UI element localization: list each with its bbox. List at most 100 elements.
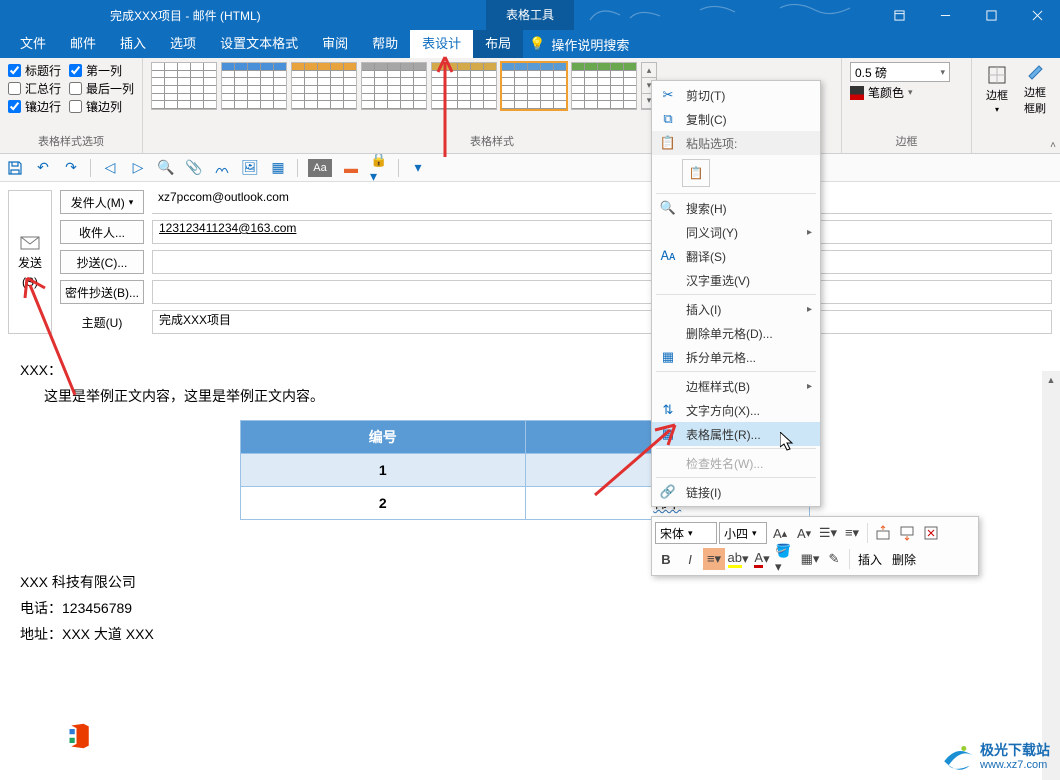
zoom-icon[interactable]: 🔍: [157, 159, 175, 177]
style-thumb-gold[interactable]: [431, 62, 497, 110]
signature-icon[interactable]: [213, 159, 231, 177]
mini-bullets-icon[interactable]: ☰▾: [817, 522, 839, 544]
style-thumb-blue2[interactable]: [501, 62, 567, 110]
from-button[interactable]: 发件人(M): [60, 190, 144, 214]
mini-italic-icon[interactable]: I: [679, 548, 701, 570]
th-num[interactable]: 编号: [241, 421, 526, 454]
tab-table-design[interactable]: 表设计: [410, 30, 473, 58]
mini-bold-icon[interactable]: B: [655, 548, 677, 570]
tab-format[interactable]: 设置文本格式: [208, 30, 310, 58]
style-thumb-orange[interactable]: [291, 62, 357, 110]
previous-icon[interactable]: ◁: [101, 159, 119, 177]
mini-insert-label[interactable]: 插入: [854, 551, 886, 568]
close-button[interactable]: [1014, 0, 1060, 30]
minimize-button[interactable]: [922, 0, 968, 30]
ctx-link[interactable]: 🔗链接(I): [652, 480, 820, 504]
tab-insert[interactable]: 插入: [108, 30, 158, 58]
save-icon[interactable]: [6, 159, 24, 177]
link-icon: 🔗: [660, 484, 676, 500]
mini-styles-icon[interactable]: ✎: [823, 548, 845, 570]
vertical-scrollbar[interactable]: ▲: [1042, 371, 1060, 780]
pen-color-icon: [850, 86, 864, 100]
bcc-button[interactable]: 密件抄送(B)...: [60, 280, 144, 304]
mini-align-icon[interactable]: ≡▾: [703, 548, 725, 570]
scroll-up-icon[interactable]: ▲: [1042, 371, 1060, 389]
watermark: 极光下载站 www.xz7.com: [940, 740, 1050, 774]
send-label: 发送: [18, 254, 42, 271]
subject-field[interactable]: 完成XXX项目: [152, 310, 1052, 334]
mini-insert-above-icon[interactable]: [872, 522, 894, 544]
chk-total-row[interactable]: 汇总行: [8, 80, 61, 97]
mini-size-combo[interactable]: 小四 ▾: [719, 522, 767, 544]
chk-last-col[interactable]: 最后一列: [69, 80, 134, 97]
chk-first-col[interactable]: 第一列: [69, 62, 122, 79]
redo-icon[interactable]: ↷: [62, 159, 80, 177]
tab-layout[interactable]: 布局: [473, 30, 523, 58]
tab-review[interactable]: 审阅: [310, 30, 360, 58]
ctx-paste-option-keep[interactable]: 📋: [652, 155, 820, 191]
style-thumb-green[interactable]: [571, 62, 637, 110]
tell-me[interactable]: 💡 操作说明搜索: [529, 35, 629, 54]
mini-font-combo[interactable]: 宋体 ▾: [655, 522, 717, 544]
to-button[interactable]: 收件人...: [60, 220, 144, 244]
mini-shading-icon[interactable]: 🪣▾: [775, 548, 797, 570]
next-icon[interactable]: ▷: [129, 159, 147, 177]
ctx-cut[interactable]: ✂剪切(T): [652, 83, 820, 107]
mini-borders-icon[interactable]: ▦▾: [799, 548, 821, 570]
maximize-button[interactable]: [968, 0, 1014, 30]
style-thumb-blue[interactable]: [221, 62, 287, 110]
ctx-check-name[interactable]: 检查姓名(W)...: [652, 451, 820, 475]
td-num-2[interactable]: 2: [241, 487, 526, 520]
ctx-insert[interactable]: 插入(I)▸: [652, 297, 820, 321]
ctx-translate[interactable]: 🗛翻译(S): [652, 244, 820, 268]
tab-options[interactable]: 选项: [158, 30, 208, 58]
mini-delete-label[interactable]: 删除: [888, 551, 920, 568]
chk-banded-rows[interactable]: 镶边行: [8, 98, 61, 115]
borders-button[interactable]: 边框▾: [980, 62, 1014, 116]
bcc-field[interactable]: [152, 280, 1052, 304]
ctx-reselect[interactable]: 汉字重选(V): [652, 268, 820, 292]
pen-color-label[interactable]: 笔颜色: [868, 84, 904, 101]
table-icon[interactable]: ▦: [269, 159, 287, 177]
cc-button[interactable]: 抄送(C)...: [60, 250, 144, 274]
picture-icon[interactable]: 🖼: [241, 159, 259, 177]
mini-grow-font-icon[interactable]: A▴: [769, 522, 791, 544]
mini-numbering-icon[interactable]: ≡▾: [841, 522, 863, 544]
mini-font-color-icon[interactable]: A▾: [751, 548, 773, 570]
ribbon-tabs: 文件 邮件 插入 选项 设置文本格式 审阅 帮助 表设计 布局 💡 操作说明搜索: [0, 30, 1060, 58]
font-aa-icon[interactable]: Aa: [308, 159, 332, 177]
border-weight-combo[interactable]: 0.5 磅▾: [850, 62, 950, 82]
message-body[interactable]: XXX： 这里是举例正文内容，这里是举例正文内容。 编号姓名 1郑七 2韩十 X…: [0, 342, 1060, 662]
ctx-delete-cells[interactable]: 删除单元格(D)...: [652, 321, 820, 345]
ctx-synonyms[interactable]: 同义词(Y)▸: [652, 220, 820, 244]
style-thumb-plain[interactable]: [151, 62, 217, 110]
tab-file[interactable]: 文件: [8, 30, 58, 58]
permissions-icon[interactable]: 🔒▾: [370, 159, 388, 177]
ctx-border-styles[interactable]: 边框样式(B)▸: [652, 374, 820, 398]
mini-highlight-icon[interactable]: ab▾: [727, 548, 749, 570]
ctx-text-direction[interactable]: ⇅文字方向(X)...: [652, 398, 820, 422]
mini-delete-table-icon[interactable]: [920, 522, 942, 544]
td-num-1[interactable]: 1: [241, 454, 526, 487]
chk-header-row[interactable]: 标题行: [8, 62, 61, 79]
tab-help[interactable]: 帮助: [360, 30, 410, 58]
watermark-url: www.xz7.com: [980, 759, 1050, 771]
cc-field[interactable]: [152, 250, 1052, 274]
send-button[interactable]: 发送 (S): [8, 190, 52, 334]
style-thumb-gray[interactable]: [361, 62, 427, 110]
highlight-icon[interactable]: ▬: [342, 159, 360, 177]
ctx-copy[interactable]: ⧉复制(C): [652, 107, 820, 131]
attach-icon[interactable]: 📎: [185, 159, 203, 177]
customize-qat-icon[interactable]: ▾: [409, 159, 427, 177]
ribbon-collapse-button[interactable]: ˄: [1050, 140, 1056, 151]
tab-mail[interactable]: 邮件: [58, 30, 108, 58]
mini-insert-below-icon[interactable]: [896, 522, 918, 544]
to-field[interactable]: 123123411234@163.com: [152, 220, 1052, 244]
ctx-split-cells[interactable]: ▦拆分单元格...: [652, 345, 820, 369]
chk-banded-cols[interactable]: 镶边列: [69, 98, 122, 115]
undo-icon[interactable]: ↶: [34, 159, 52, 177]
border-painter-button[interactable]: 边框 框刷: [1018, 62, 1052, 116]
ctx-search[interactable]: 🔍搜索(H): [652, 196, 820, 220]
mini-shrink-font-icon[interactable]: A▾: [793, 522, 815, 544]
ribbon-display-button[interactable]: [876, 0, 922, 30]
